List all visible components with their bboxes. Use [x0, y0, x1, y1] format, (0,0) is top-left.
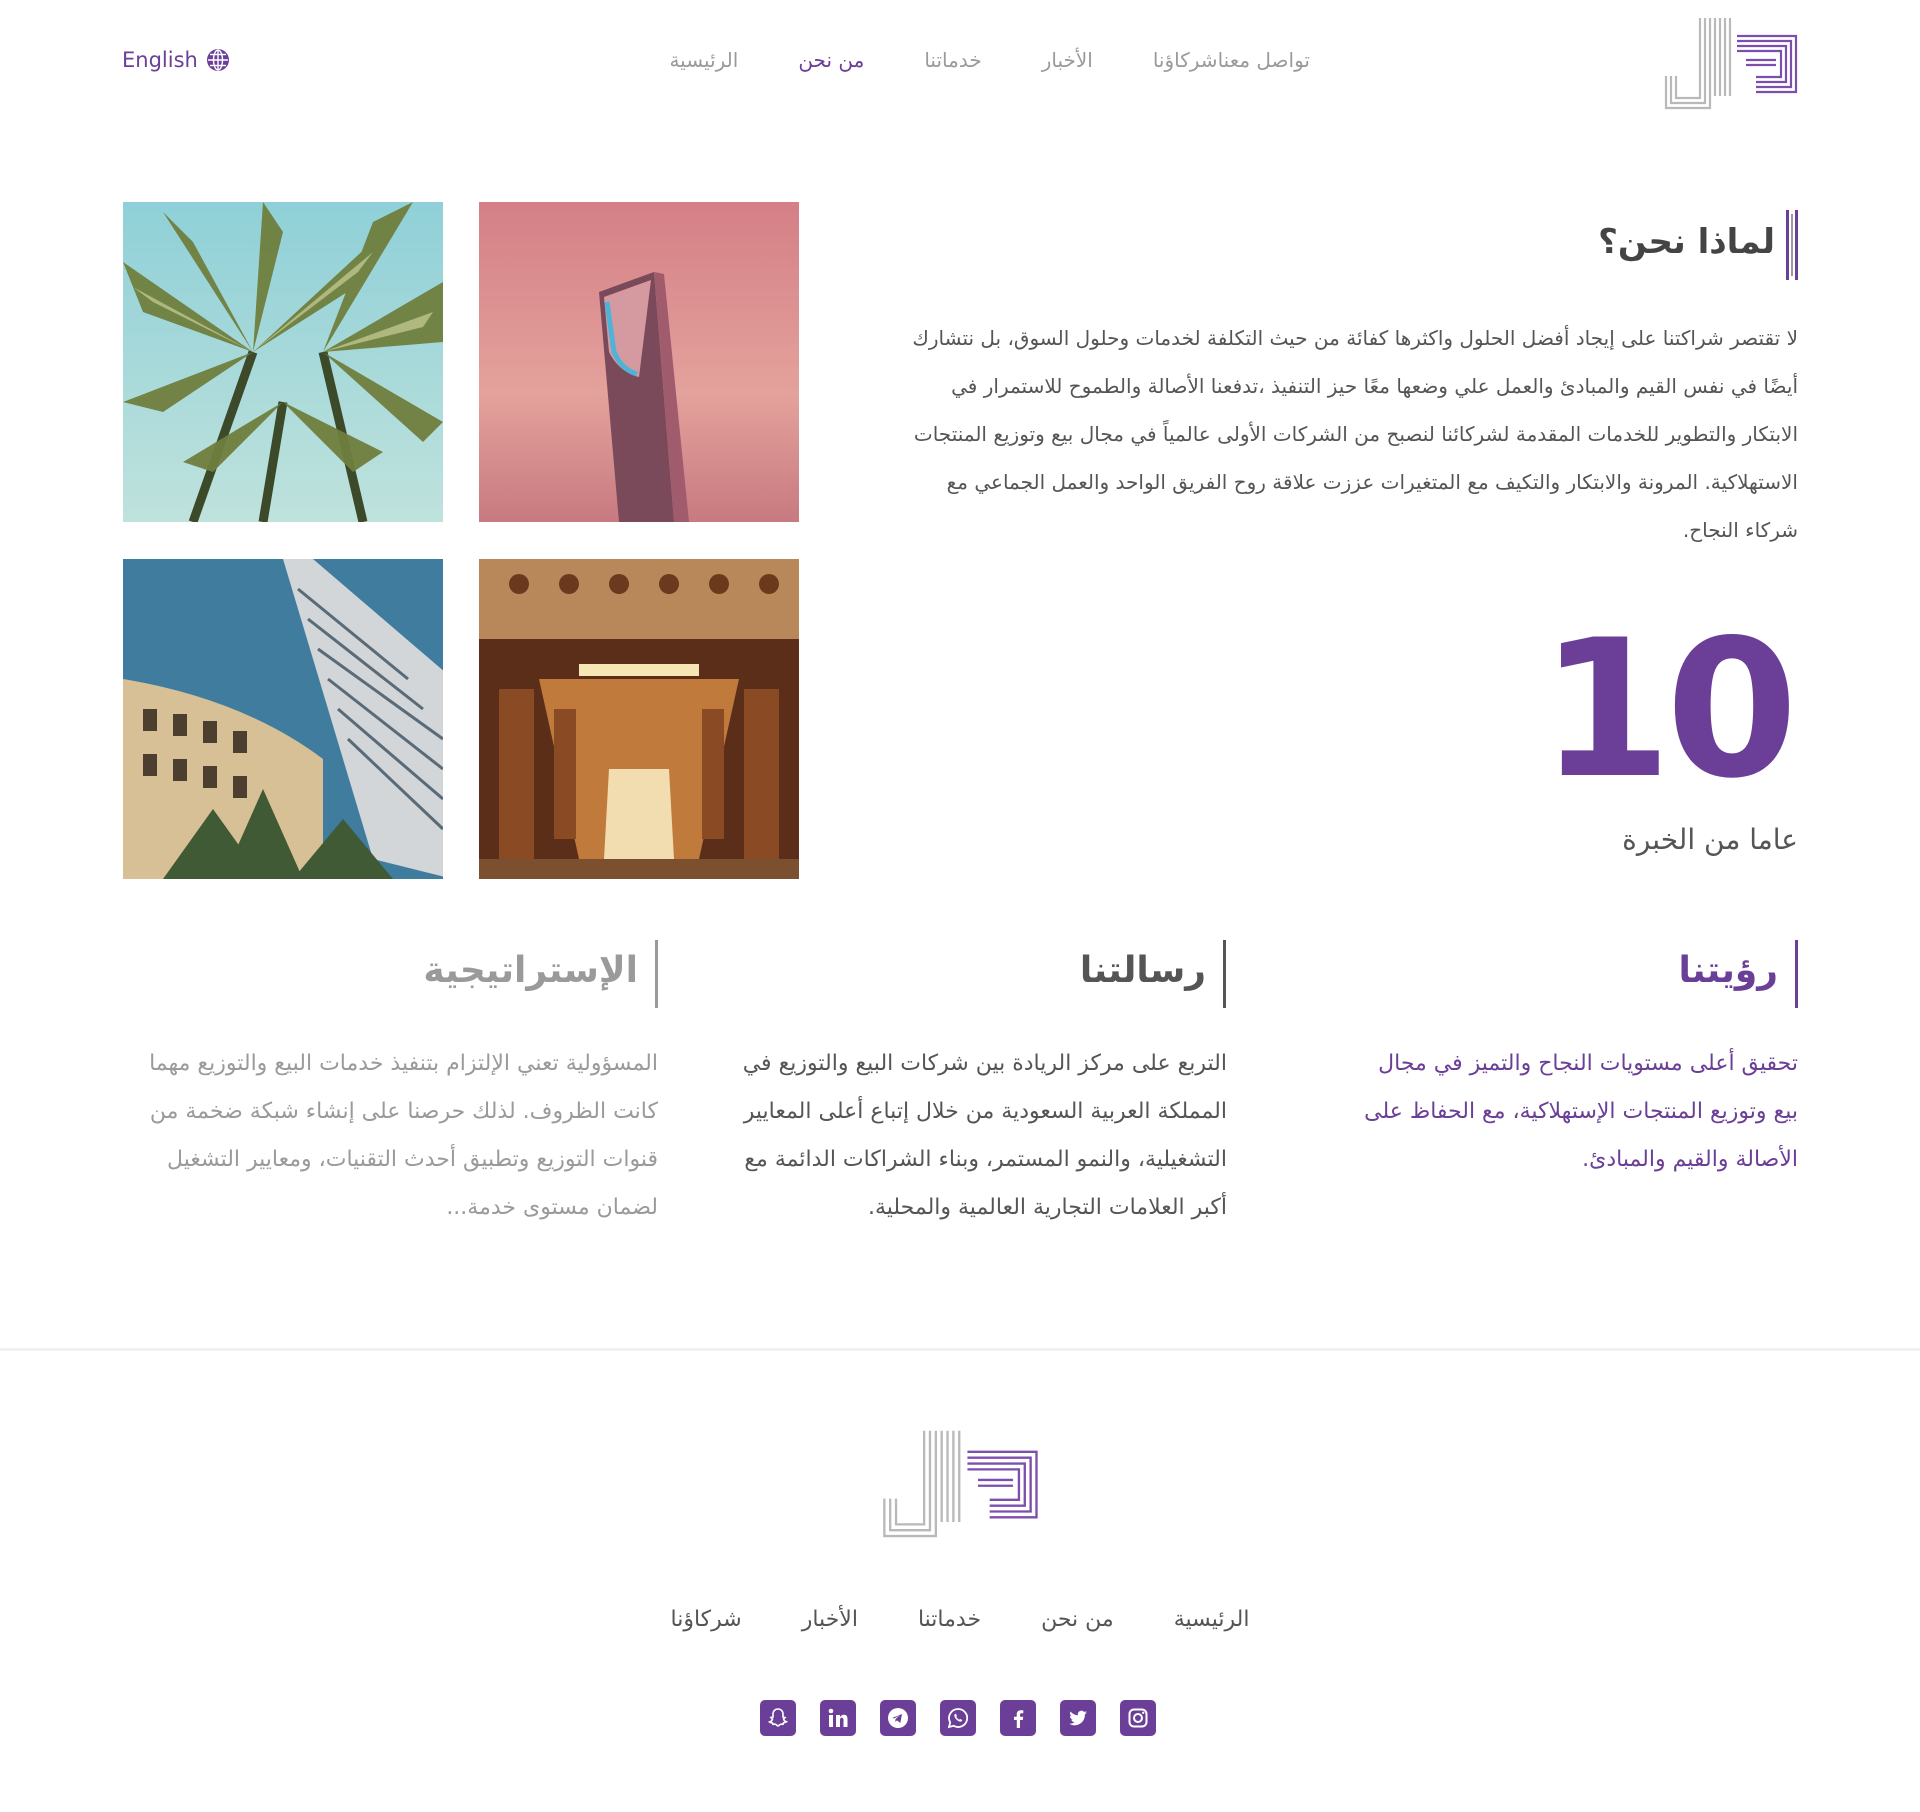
photo-arched-corridor [479, 559, 799, 879]
snapchat-icon[interactable] [760, 1700, 796, 1736]
footer-nav-partners[interactable]: شركاؤنا [671, 1607, 742, 1632]
nav-contact[interactable]: تواصل معنا [1218, 48, 1310, 72]
photo-palm-trees [123, 202, 443, 522]
facebook-icon[interactable] [1000, 1700, 1036, 1736]
twitter-icon[interactable] [1060, 1700, 1096, 1736]
footer-nav-about[interactable]: من نحن [1041, 1607, 1114, 1632]
site-logo[interactable] [1664, 16, 1799, 111]
photo-faisaliah-tower [123, 559, 443, 879]
mission-text: التربع على مركز الريادة بين شركات البيع … [742, 1051, 1227, 1220]
footer-nav: الرئيسية من نحن خدماتنا الأخبار شركاؤنا [0, 1607, 1920, 1632]
social-links [760, 1700, 1156, 1736]
vision-title: رؤيتنا [1678, 950, 1778, 991]
whatsapp-icon[interactable] [940, 1700, 976, 1736]
nav-services[interactable]: خدماتنا [924, 48, 981, 72]
footer-divider [0, 1348, 1920, 1351]
nav-news[interactable]: الأخبار [1042, 48, 1093, 72]
why-us-title: لماذا نحن؟ [1598, 222, 1775, 262]
nav-about[interactable]: من نحن [798, 48, 864, 72]
photo-kingdom-tower [479, 202, 799, 522]
why-us-text: لا تقتصر شراكتنا على إيجاد أفضل الحلول و… [912, 326, 1798, 542]
mission-accent-bar [1223, 940, 1226, 1008]
footer-nav-services[interactable]: خدماتنا [918, 1607, 981, 1632]
strategy-accent-bar [655, 940, 658, 1008]
globe-icon [206, 48, 230, 72]
telegram-icon[interactable] [880, 1700, 916, 1736]
experience-label: عاما من الخبرة [1622, 823, 1798, 856]
mission-title: رسالتنا [1079, 950, 1206, 991]
language-switch[interactable]: English [122, 48, 230, 72]
vision-accent-bar [1795, 940, 1798, 1008]
nav-partners[interactable]: شركاؤنا [1153, 48, 1218, 72]
nav-home[interactable]: الرئيسية [669, 48, 738, 72]
linkedin-icon[interactable] [820, 1700, 856, 1736]
footer-logo[interactable] [882, 1426, 1040, 1542]
experience-number: 10 [1539, 599, 1798, 820]
why-title-accent-bar [1786, 210, 1798, 280]
vision-text: تحقيق أعلى مستويات النجاح والتميز في مجا… [1364, 1051, 1798, 1172]
footer-nav-news[interactable]: الأخبار [802, 1607, 858, 1632]
strategy-text: المسؤولية تعني الإلتزام بتنفيذ خدمات الب… [149, 1051, 658, 1220]
language-label: English [122, 48, 198, 72]
strategy-title: الإستراتيجية [423, 950, 638, 991]
instagram-icon[interactable] [1120, 1700, 1156, 1736]
main-nav: الرئيسية من نحن خدماتنا الأخبار شركاؤنا … [609, 48, 1310, 72]
footer-nav-home[interactable]: الرئيسية [1174, 1607, 1250, 1632]
